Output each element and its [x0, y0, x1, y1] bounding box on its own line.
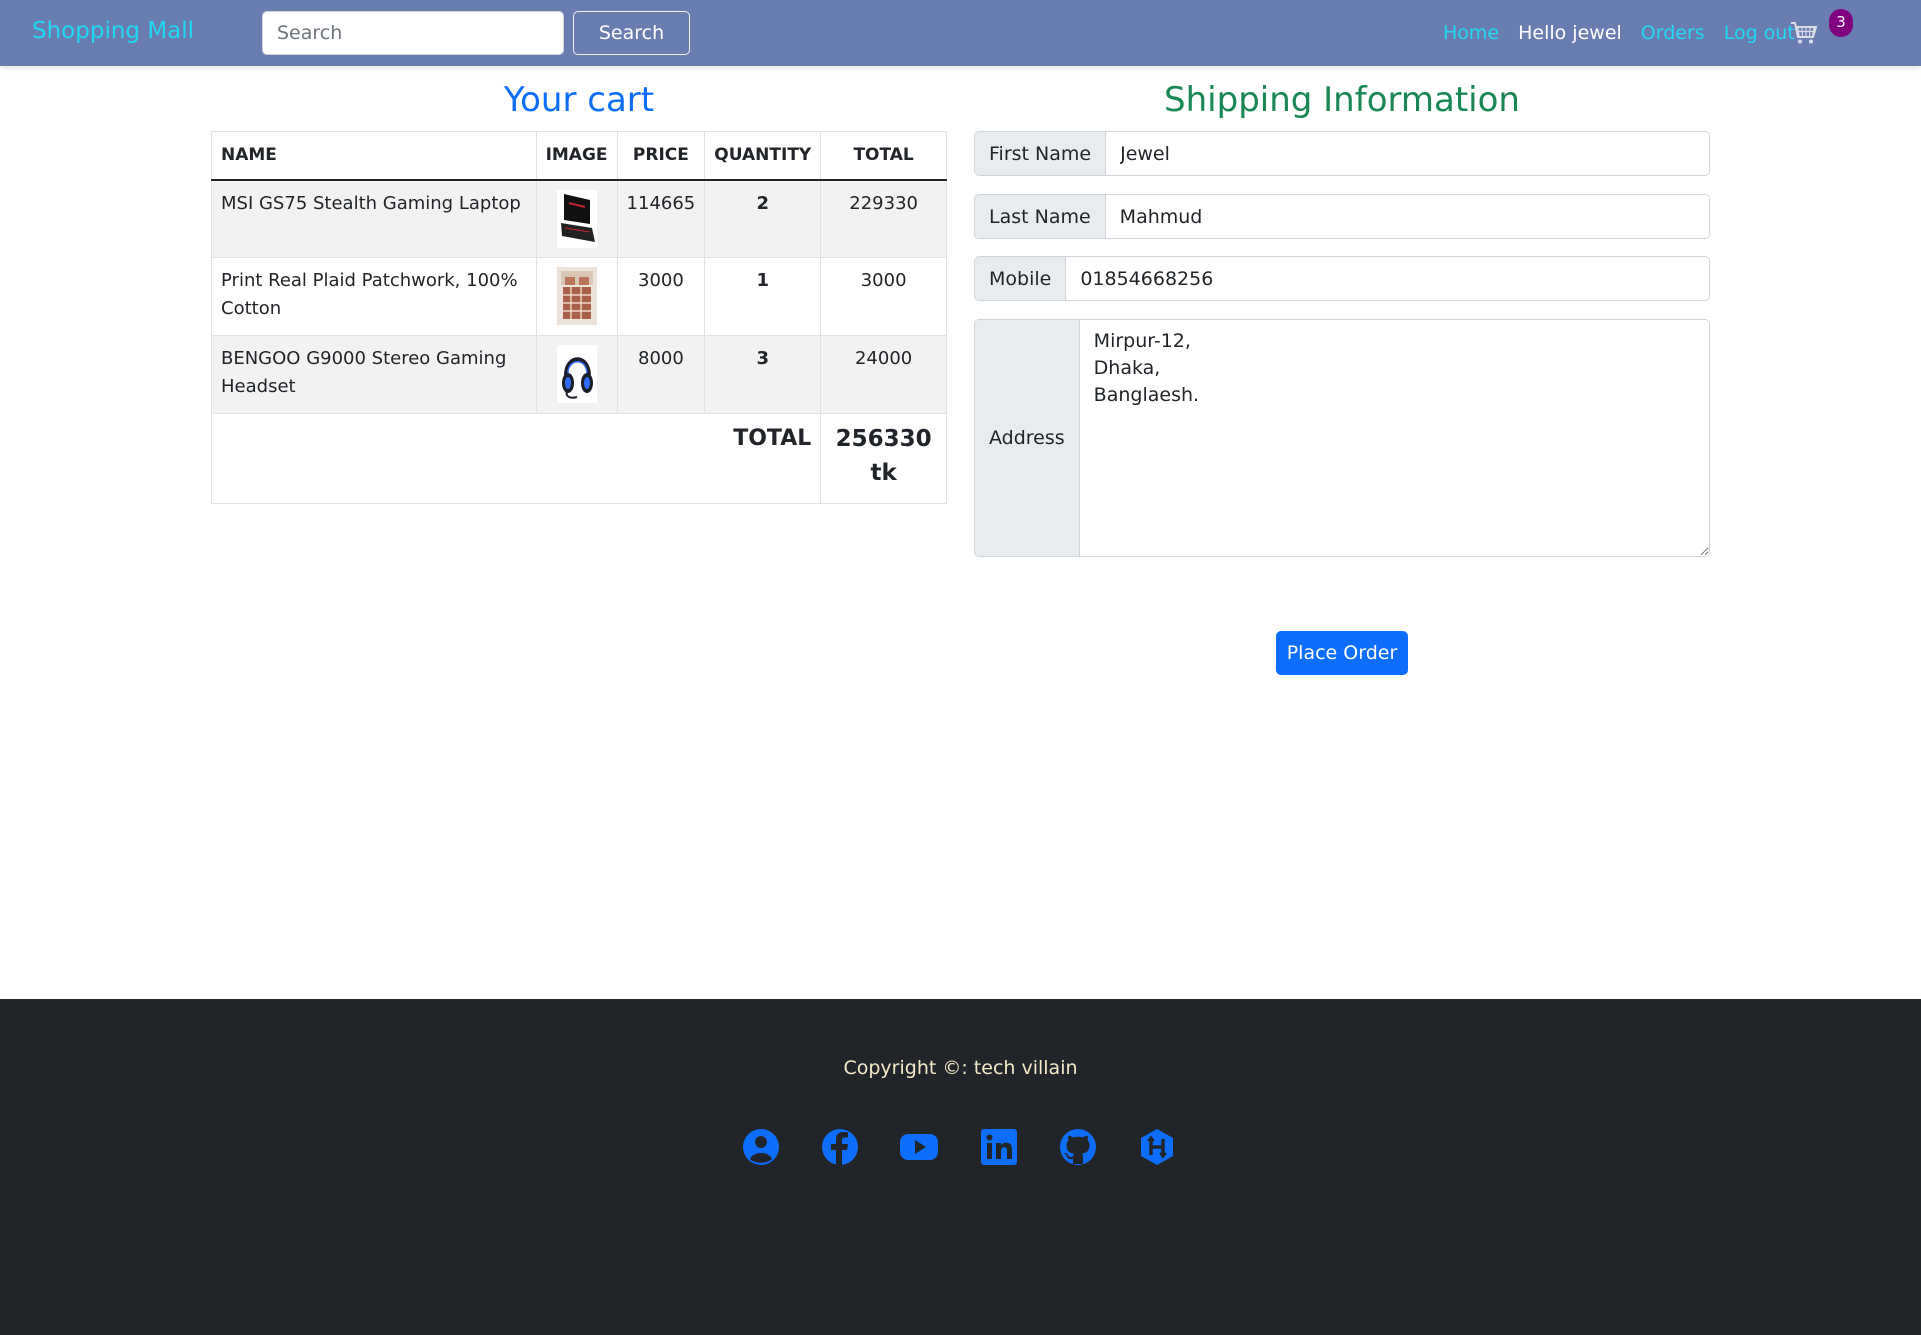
item-image-cell — [535, 257, 618, 336]
address-field[interactable]: Mirpur-12, Dhaka, Banglaesh. — [1079, 320, 1709, 556]
bedding-thumbnail — [556, 267, 597, 325]
col-name-header: NAME — [211, 131, 537, 181]
grand-total-unit: tk — [870, 460, 897, 486]
mobile-label: Mobile — [975, 257, 1067, 300]
item-total: 3000 — [820, 257, 947, 336]
place-order-button[interactable]: Place Order — [1276, 631, 1408, 675]
cart-title: Your cart — [503, 80, 655, 120]
address-label: Address — [975, 320, 1080, 556]
navbar: Shopping Mall Search Home Hello jewel Or… — [0, 0, 1921, 66]
item-name: Print Real Plaid Patchwork, 100% Cotton — [211, 257, 537, 336]
col-quantity-header: QUANTITY — [704, 131, 822, 181]
nav-home-link[interactable]: Home — [1443, 22, 1499, 44]
mobile-group: Mobile — [974, 256, 1710, 301]
col-total-header: TOTAL — [820, 131, 947, 181]
grand-total-cell: 256330 tk — [820, 413, 947, 504]
table-row: MSI GS75 Stealth Gaming Laptop 114665 2 … — [211, 179, 947, 258]
shipping-title: Shipping Information — [1164, 80, 1520, 120]
user-greeting: Hello jewel — [1518, 22, 1622, 44]
linkedin-icon[interactable] — [979, 1127, 1023, 1171]
last-name-label: Last Name — [975, 195, 1106, 238]
item-price: 8000 — [616, 335, 706, 414]
last-name-group: Last Name — [974, 194, 1710, 239]
last-name-field[interactable] — [1105, 195, 1709, 238]
cart-header-row: NAME IMAGE PRICE QUANTITY TOTAL — [211, 131, 947, 181]
item-total: 24000 — [820, 335, 947, 414]
brand-link[interactable]: Shopping Mall — [32, 18, 194, 44]
footer: Copyright ©: tech villain — [0, 999, 1921, 1335]
item-image-cell — [535, 335, 618, 414]
total-row: TOTAL 256330 tk — [210, 413, 947, 504]
mobile-field[interactable] — [1066, 257, 1709, 300]
cart-icon[interactable] — [1790, 20, 1820, 46]
copyright-text: Copyright ©: tech villain — [843, 1057, 1078, 1079]
cart-count-badge: 3 — [1829, 9, 1853, 37]
grand-total-label: TOTAL — [210, 413, 822, 504]
cart-icon-graphic — [1791, 22, 1818, 44]
search-input[interactable] — [262, 11, 564, 55]
item-quantity: 1 — [704, 257, 822, 336]
col-price-header: PRICE — [616, 131, 706, 181]
youtube-icon[interactable] — [899, 1127, 943, 1171]
item-quantity: 2 — [704, 179, 822, 258]
item-name: MSI GS75 Stealth Gaming Laptop — [211, 179, 537, 258]
github-icon[interactable] — [1058, 1127, 1102, 1171]
user-circle-icon[interactable] — [741, 1127, 785, 1171]
first-name-label: First Name — [975, 132, 1107, 175]
item-total: 229330 — [820, 179, 947, 258]
facebook-icon[interactable] — [820, 1127, 864, 1171]
search-button[interactable]: Search — [573, 11, 690, 55]
grand-total-value: 256330 — [835, 426, 932, 452]
item-price: 114665 — [616, 179, 706, 258]
nav-logout-link[interactable]: Log out — [1724, 22, 1795, 44]
item-name: BENGOO G9000 Stereo Gaming Headset — [211, 335, 537, 414]
table-row: Print Real Plaid Patchwork, 100% Cotton … — [211, 257, 947, 336]
social-links — [741, 1127, 1181, 1171]
table-row: BENGOO G9000 Stereo Gaming Headset 8000 … — [211, 335, 947, 414]
laptop-thumbnail — [556, 189, 597, 248]
nav-orders-link[interactable]: Orders — [1641, 22, 1705, 44]
first-name-group: First Name — [974, 131, 1710, 176]
cart-table: NAME IMAGE PRICE QUANTITY TOTAL MSI GS75… — [210, 131, 947, 504]
item-price: 3000 — [616, 257, 706, 336]
address-group: Address Mirpur-12, Dhaka, Banglaesh. — [974, 319, 1710, 557]
first-name-field[interactable] — [1106, 132, 1709, 175]
item-image-cell — [535, 179, 618, 258]
hackerrank-icon[interactable] — [1137, 1127, 1181, 1171]
item-quantity: 3 — [704, 335, 822, 414]
headset-thumbnail — [556, 345, 597, 403]
col-image-header: IMAGE — [535, 131, 618, 181]
nav-links: Home Hello jewel Orders Log out — [1443, 19, 1814, 47]
